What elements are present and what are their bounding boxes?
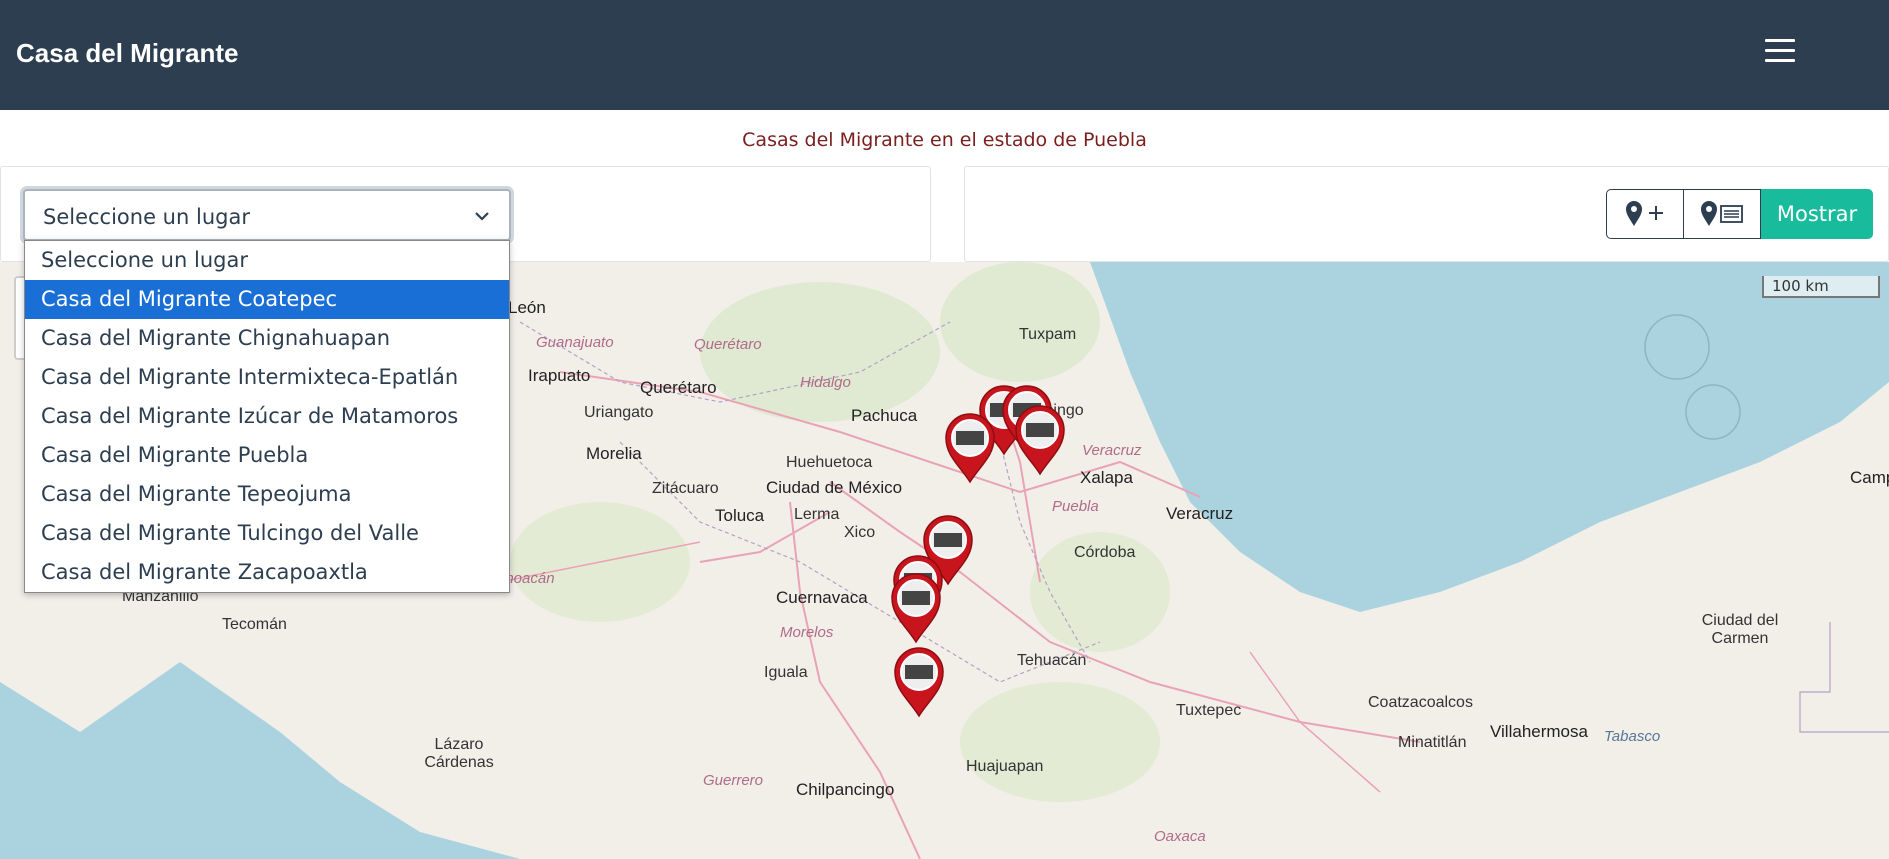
map-label: Irapuato [528,366,591,385]
dropdown-option[interactable]: Casa del Migrante Puebla [25,436,509,475]
dropdown-option[interactable]: Casa del Migrante Zacapoaxtla [25,553,509,592]
map-label: Lázaro Cárdenas [424,736,494,771]
dropdown-option[interactable]: Casa del Migrante Izúcar de Matamoros [25,397,509,436]
map-marker-plus-icon [1626,201,1663,226]
map-label: León [508,298,546,317]
map-state-label: Veracruz [1082,442,1142,459]
map-label: Tuxpam [1019,326,1077,343]
casa-migrante-pin-icon[interactable] [891,646,947,724]
dropdown-option[interactable]: Casa del Migrante Tepeojuma [25,475,509,514]
map-marker-list-icon [1701,201,1743,226]
dropdown-option[interactable]: Casa del Migrante Intermixteca-Epatlán [25,358,509,397]
chevron-down-icon [475,212,489,221]
map-label: Tecomán [222,616,287,633]
map-label: Campeche [1850,468,1889,487]
dropdown-option[interactable]: Casa del Migrante Tulcingo del Valle [25,514,509,553]
map-label: Tuxtepec [1176,702,1242,719]
map-label: Huehuetoca [786,454,873,471]
dropdown-option[interactable]: Casa del Migrante Chignahuapan [25,319,509,358]
map-label: Cuernavaca [776,588,868,607]
map-state-label: Oaxaca [1154,828,1206,845]
map-label: Querétaro [640,378,717,397]
add-marker-button[interactable] [1606,189,1684,239]
casa-migrante-pin-icon[interactable] [1012,404,1068,482]
map-state-label: Querétaro [694,336,762,353]
map-state-label: Morelos [780,624,834,641]
map-label: Huajuapan [966,758,1044,775]
map-state-label: Guerrero [703,772,764,789]
show-button[interactable]: Mostrar [1761,189,1873,239]
map-state-label: Hidalgo [800,374,851,391]
map-label: Uriangato [584,404,654,421]
map-label: Xalapa [1080,468,1133,487]
casa-migrante-pin-icon[interactable] [942,412,998,490]
map-label: Villahermosa [1490,722,1588,741]
place-select-dropdown: Seleccione un lugar Casa del Migrante Co… [24,240,510,593]
map-label: Coatzacoalcos [1368,694,1473,711]
map-label: Iguala [764,664,808,681]
map-label: Córdoba [1074,544,1136,561]
map-label: Minatitlán [1398,734,1467,751]
map-label: Chilpancingo [796,780,895,799]
map-toolbar: Mostrar [1606,189,1873,239]
map-label: Pachuca [851,406,918,425]
map-label: Lerma [794,506,840,523]
map-label: Ciudad de México [766,478,903,497]
map-scale: 100 km [1762,276,1880,298]
hamburger-menu-icon[interactable] [1765,36,1799,64]
map-state-label: Puebla [1052,498,1099,515]
casa-migrante-pin-icon[interactable] [888,572,944,650]
place-select-value: Seleccione un lugar [43,205,250,229]
map-label: Morelia [586,444,642,463]
map-label: Toluca [715,506,765,525]
map-state-label: Tabasco [1604,728,1661,745]
map-label: Zitácuaro [652,480,719,497]
place-select[interactable]: Seleccione un lugar [23,189,511,241]
map-label: Ciudad del Carmen [1701,612,1779,647]
page-subtitle: Casas del Migrante en el estado de Puebl… [742,129,1147,151]
map-label: Veracruz [1166,504,1234,523]
map-label: Tehuacán [1017,652,1087,669]
map-label: Xico [844,524,876,541]
map-state-label: Guanajuato [536,334,614,351]
dropdown-option[interactable]: Seleccione un lugar [25,241,509,280]
list-markers-button[interactable] [1684,189,1761,239]
dropdown-option-highlighted[interactable]: Casa del Migrante Coatepec [25,280,509,319]
top-navbar: Casa del Migrante [0,0,1889,110]
brand-title[interactable]: Casa del Migrante [16,38,239,69]
